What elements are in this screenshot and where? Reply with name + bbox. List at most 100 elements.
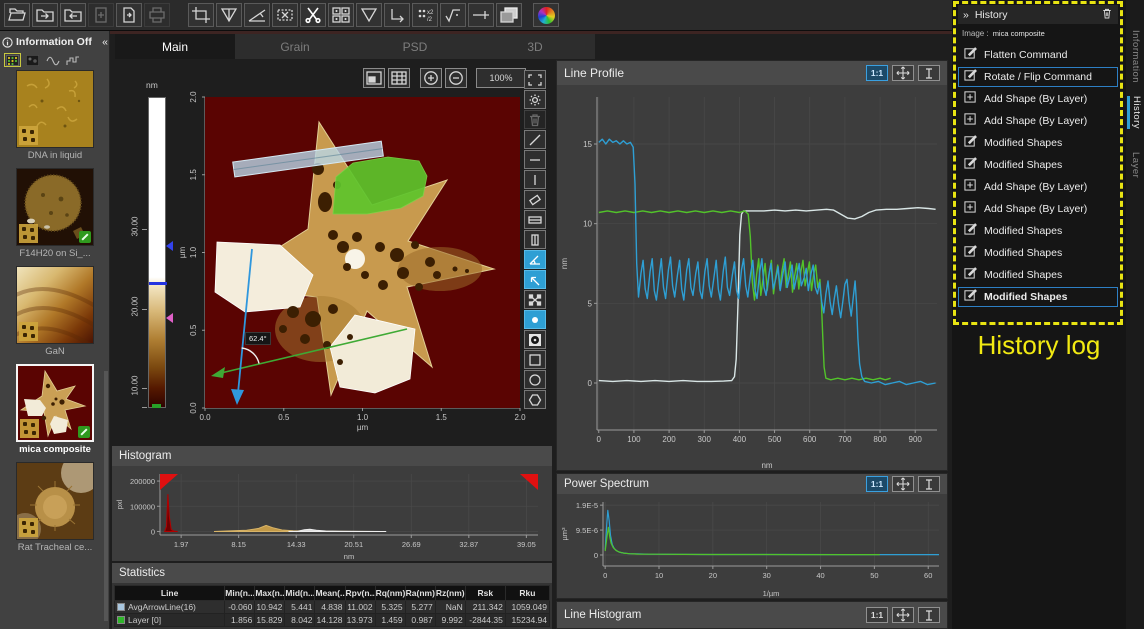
thumbnail-rat-tracheal[interactable]: Rat Tracheal ce... [14, 462, 96, 553]
history-item[interactable]: Add Shape (By Layer) [958, 177, 1118, 197]
information-toggle[interactable]: Information Off « [2, 34, 108, 50]
add-page-icon[interactable] [88, 3, 114, 27]
circle-tool-icon[interactable] [524, 370, 546, 389]
handles-tool-icon[interactable] [524, 290, 546, 309]
zoom-out-icon[interactable] [445, 68, 467, 88]
particle-view-icon[interactable] [24, 53, 41, 67]
svg-text:1/µm: 1/µm [763, 589, 780, 598]
new-window-icon[interactable] [363, 68, 385, 88]
tab-psd[interactable]: PSD [355, 34, 475, 59]
curve-view-icon[interactable] [44, 53, 61, 67]
svg-text:26.69: 26.69 [402, 540, 421, 549]
brightness-icon[interactable] [524, 90, 546, 109]
history-item[interactable]: Modified Shapes [958, 221, 1118, 241]
move-panel-icon[interactable] [892, 607, 914, 623]
pattern-badge [19, 224, 38, 243]
history-item[interactable]: Add Shape (By Layer) [958, 111, 1118, 131]
history-item[interactable]: Add Shape (By Layer) [958, 89, 1118, 109]
grid-overlay-icon[interactable] [388, 68, 410, 88]
line-add-icon[interactable] [468, 3, 494, 27]
thumbnail-gan[interactable]: GaN [14, 266, 96, 357]
zoom-level[interactable]: 100% [476, 68, 526, 88]
add-icon [964, 90, 977, 108]
tab-3d[interactable]: 3D [475, 34, 595, 59]
history-item[interactable]: Modified Shapes [958, 133, 1118, 153]
rectangle-tool-icon[interactable] [524, 350, 546, 369]
table-row[interactable]: Layer [0] 1.85615.8298.04214.12813.9731.… [115, 614, 550, 627]
tile-grid-icon[interactable] [328, 3, 354, 27]
afm-image[interactable] [205, 97, 520, 408]
expand-icon[interactable] [524, 70, 546, 89]
history-item[interactable]: Modified Shapes [958, 265, 1118, 285]
thumbnail-dna-in-liquid[interactable]: DNA in liquid [14, 70, 96, 161]
arrow-tool-icon[interactable] [524, 270, 546, 289]
svg-text:14.33: 14.33 [287, 540, 306, 549]
ring-tool-icon[interactable] [524, 330, 546, 349]
history-list: Flatten Command Rotate / Flip Command Ad… [958, 45, 1118, 309]
vertical-line-tool-icon[interactable] [524, 170, 546, 189]
delete-annotation-icon[interactable] [524, 110, 546, 129]
zoom-in-icon[interactable] [420, 68, 442, 88]
tab-history[interactable]: History [1127, 96, 1142, 129]
history-item[interactable]: Flatten Command [958, 45, 1118, 65]
one-to-one-icon[interactable]: 1:1 [866, 65, 888, 81]
move-panel-icon[interactable] [892, 65, 914, 81]
folder-import-icon[interactable] [32, 3, 58, 27]
history-item[interactable]: Modified Shapes [958, 155, 1118, 175]
collapse-history-icon[interactable]: » [963, 9, 969, 21]
cut-region-icon[interactable] [272, 3, 298, 27]
horizontal-measure-tool-icon[interactable] [524, 210, 546, 229]
cursor-tool-icon[interactable] [918, 607, 940, 623]
filter-nabla-icon[interactable] [356, 3, 382, 27]
folder-export-icon[interactable] [60, 3, 86, 27]
tab-grain[interactable]: Grain [235, 34, 355, 59]
polygon-tool-icon[interactable] [524, 390, 546, 409]
svg-text:2.0: 2.0 [514, 413, 526, 422]
step-profile-icon[interactable] [384, 3, 410, 27]
histogram-view-icon[interactable] [64, 53, 81, 67]
sqrt-function-icon[interactable] [440, 3, 466, 27]
history-item[interactable]: Modified Shapes [958, 243, 1118, 263]
one-to-one-icon[interactable]: 1:1 [866, 476, 888, 492]
side-tab-strip: Information History Layer [1126, 0, 1144, 629]
history-item[interactable]: Rotate / Flip Command [958, 67, 1118, 87]
scissors-icon[interactable] [300, 3, 326, 27]
svg-text:0.0: 0.0 [189, 402, 198, 414]
tab-information[interactable]: Information [1130, 30, 1141, 83]
open-folder-icon[interactable] [4, 3, 30, 27]
matrix-operation-icon[interactable]: x2/2 [412, 3, 438, 27]
history-item[interactable]: Add Shape (By Layer) [958, 199, 1118, 219]
line-tool-icon[interactable] [524, 130, 546, 149]
print-icon[interactable] [144, 3, 170, 27]
crop-icon[interactable] [188, 3, 214, 27]
angle-tool-icon[interactable] [524, 250, 546, 269]
color-scale-bar[interactable] [148, 97, 166, 408]
tab-layer[interactable]: Layer [1130, 152, 1141, 178]
vertical-measure-tool-icon[interactable] [524, 230, 546, 249]
rotated-rect-tool-icon[interactable] [524, 190, 546, 209]
sidebar-scrollbar[interactable] [104, 371, 108, 621]
flip-marker-icon[interactable] [216, 3, 242, 27]
grid-view-icon[interactable] [4, 53, 21, 67]
point-tool-icon[interactable] [524, 310, 546, 329]
one-to-one-icon[interactable]: 1:1 [866, 607, 888, 623]
clear-history-icon[interactable] [1101, 7, 1113, 23]
thumbnail-mica-composite[interactable]: mica composite [14, 364, 96, 455]
cursor-tool-icon[interactable] [918, 476, 940, 492]
scale-handle-pink[interactable] [166, 313, 173, 323]
angle-measurement-label: 62.4° [245, 332, 271, 345]
move-panel-icon[interactable] [892, 476, 914, 492]
tab-main[interactable]: Main [115, 34, 235, 59]
cursor-tool-icon[interactable] [918, 65, 940, 81]
history-item[interactable]: Modified Shapes [958, 287, 1118, 307]
color-wheel-icon[interactable] [533, 3, 559, 27]
scale-marker-blue[interactable] [149, 282, 167, 285]
export-page-icon[interactable] [116, 3, 142, 27]
slope-correction-icon[interactable] [244, 3, 270, 27]
copy-images-icon[interactable] [496, 3, 522, 27]
collapse-sidebar-icon[interactable]: « [102, 36, 108, 48]
thumbnail-f14h20[interactable]: F14H20 on Si_... [14, 168, 96, 259]
horizontal-line-tool-icon[interactable] [524, 150, 546, 169]
table-row[interactable]: AvgArrowLine(16) -0.06010.9425.4414.8381… [115, 601, 550, 614]
scale-handle-blue[interactable] [166, 241, 173, 251]
